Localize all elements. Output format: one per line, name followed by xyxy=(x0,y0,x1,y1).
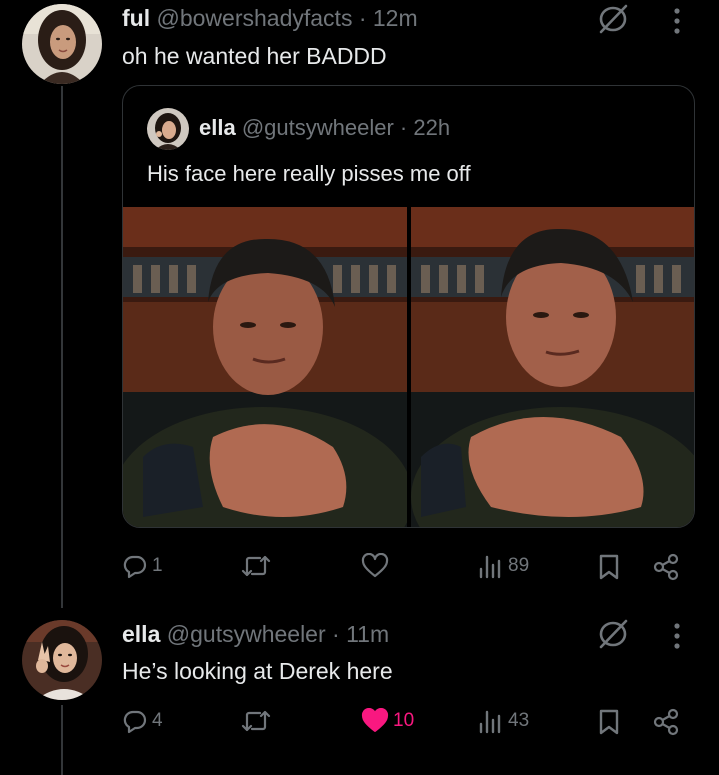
thread-line-top xyxy=(61,86,63,608)
reply-icon xyxy=(122,708,148,734)
quote-display-name[interactable]: ella xyxy=(199,115,236,140)
retweet-icon xyxy=(241,708,271,734)
reply-icon xyxy=(122,553,148,579)
mute-icon[interactable] xyxy=(597,4,629,39)
reply-button[interactable]: 1 xyxy=(122,553,163,579)
quote-user-handle[interactable]: @gutsywheeler xyxy=(242,115,394,140)
mute-icon[interactable] xyxy=(597,619,629,654)
share-icon[interactable] xyxy=(652,553,680,581)
quote-photo-1[interactable] xyxy=(123,207,407,527)
avatar[interactable] xyxy=(22,4,102,84)
thread-line-bottom xyxy=(61,705,63,775)
retweet-button[interactable] xyxy=(241,553,275,579)
like-icon xyxy=(361,553,389,579)
views-button[interactable]: 43 xyxy=(478,708,529,734)
views-count: 89 xyxy=(508,555,530,576)
views-count: 43 xyxy=(508,710,530,731)
share-icon[interactable] xyxy=(652,708,680,736)
like-button[interactable] xyxy=(361,553,393,579)
like-icon xyxy=(361,708,389,734)
tweet-text: He’s looking at Derek here xyxy=(122,658,393,684)
quoted-tweet[interactable]: ella @gutsywheeler · 22h His face here r… xyxy=(122,85,695,528)
user-handle[interactable]: @gutsywheeler xyxy=(167,621,326,647)
views-icon xyxy=(478,553,504,579)
tweet-text: oh he wanted her BADDD xyxy=(122,43,387,69)
reply-button[interactable]: 4 xyxy=(122,708,163,734)
more-icon[interactable] xyxy=(670,623,684,654)
display-name[interactable]: ella xyxy=(122,621,160,647)
avatar[interactable] xyxy=(22,620,102,700)
timestamp[interactable]: · 12m xyxy=(359,5,418,31)
retweet-button[interactable] xyxy=(241,708,275,734)
more-icon[interactable] xyxy=(670,8,684,39)
like-count: 10 xyxy=(393,710,415,731)
quote-text: His face here really pisses me off xyxy=(147,161,471,186)
display-name[interactable]: ful xyxy=(122,5,150,31)
quote-header: ella @gutsywheeler · 22h xyxy=(199,114,450,142)
user-handle[interactable]: @bowershadyfacts xyxy=(157,5,353,31)
reply-count: 1 xyxy=(152,555,163,576)
quote-avatar xyxy=(147,108,189,150)
tweet-header: ella @gutsywheeler · 11m xyxy=(122,620,389,648)
like-button[interactable]: 10 xyxy=(361,708,414,734)
tweet-header: ful @bowershadyfacts · 12m xyxy=(122,4,418,32)
views-icon xyxy=(478,708,504,734)
bookmark-icon[interactable] xyxy=(598,708,620,736)
views-button[interactable]: 89 xyxy=(478,553,529,579)
timestamp[interactable]: · 11m xyxy=(332,621,389,647)
quote-photo-2[interactable] xyxy=(411,207,694,527)
bookmark-icon[interactable] xyxy=(598,553,620,581)
retweet-icon xyxy=(241,553,271,579)
quote-timestamp[interactable]: · 22h xyxy=(400,115,450,140)
reply-count: 4 xyxy=(152,710,163,731)
